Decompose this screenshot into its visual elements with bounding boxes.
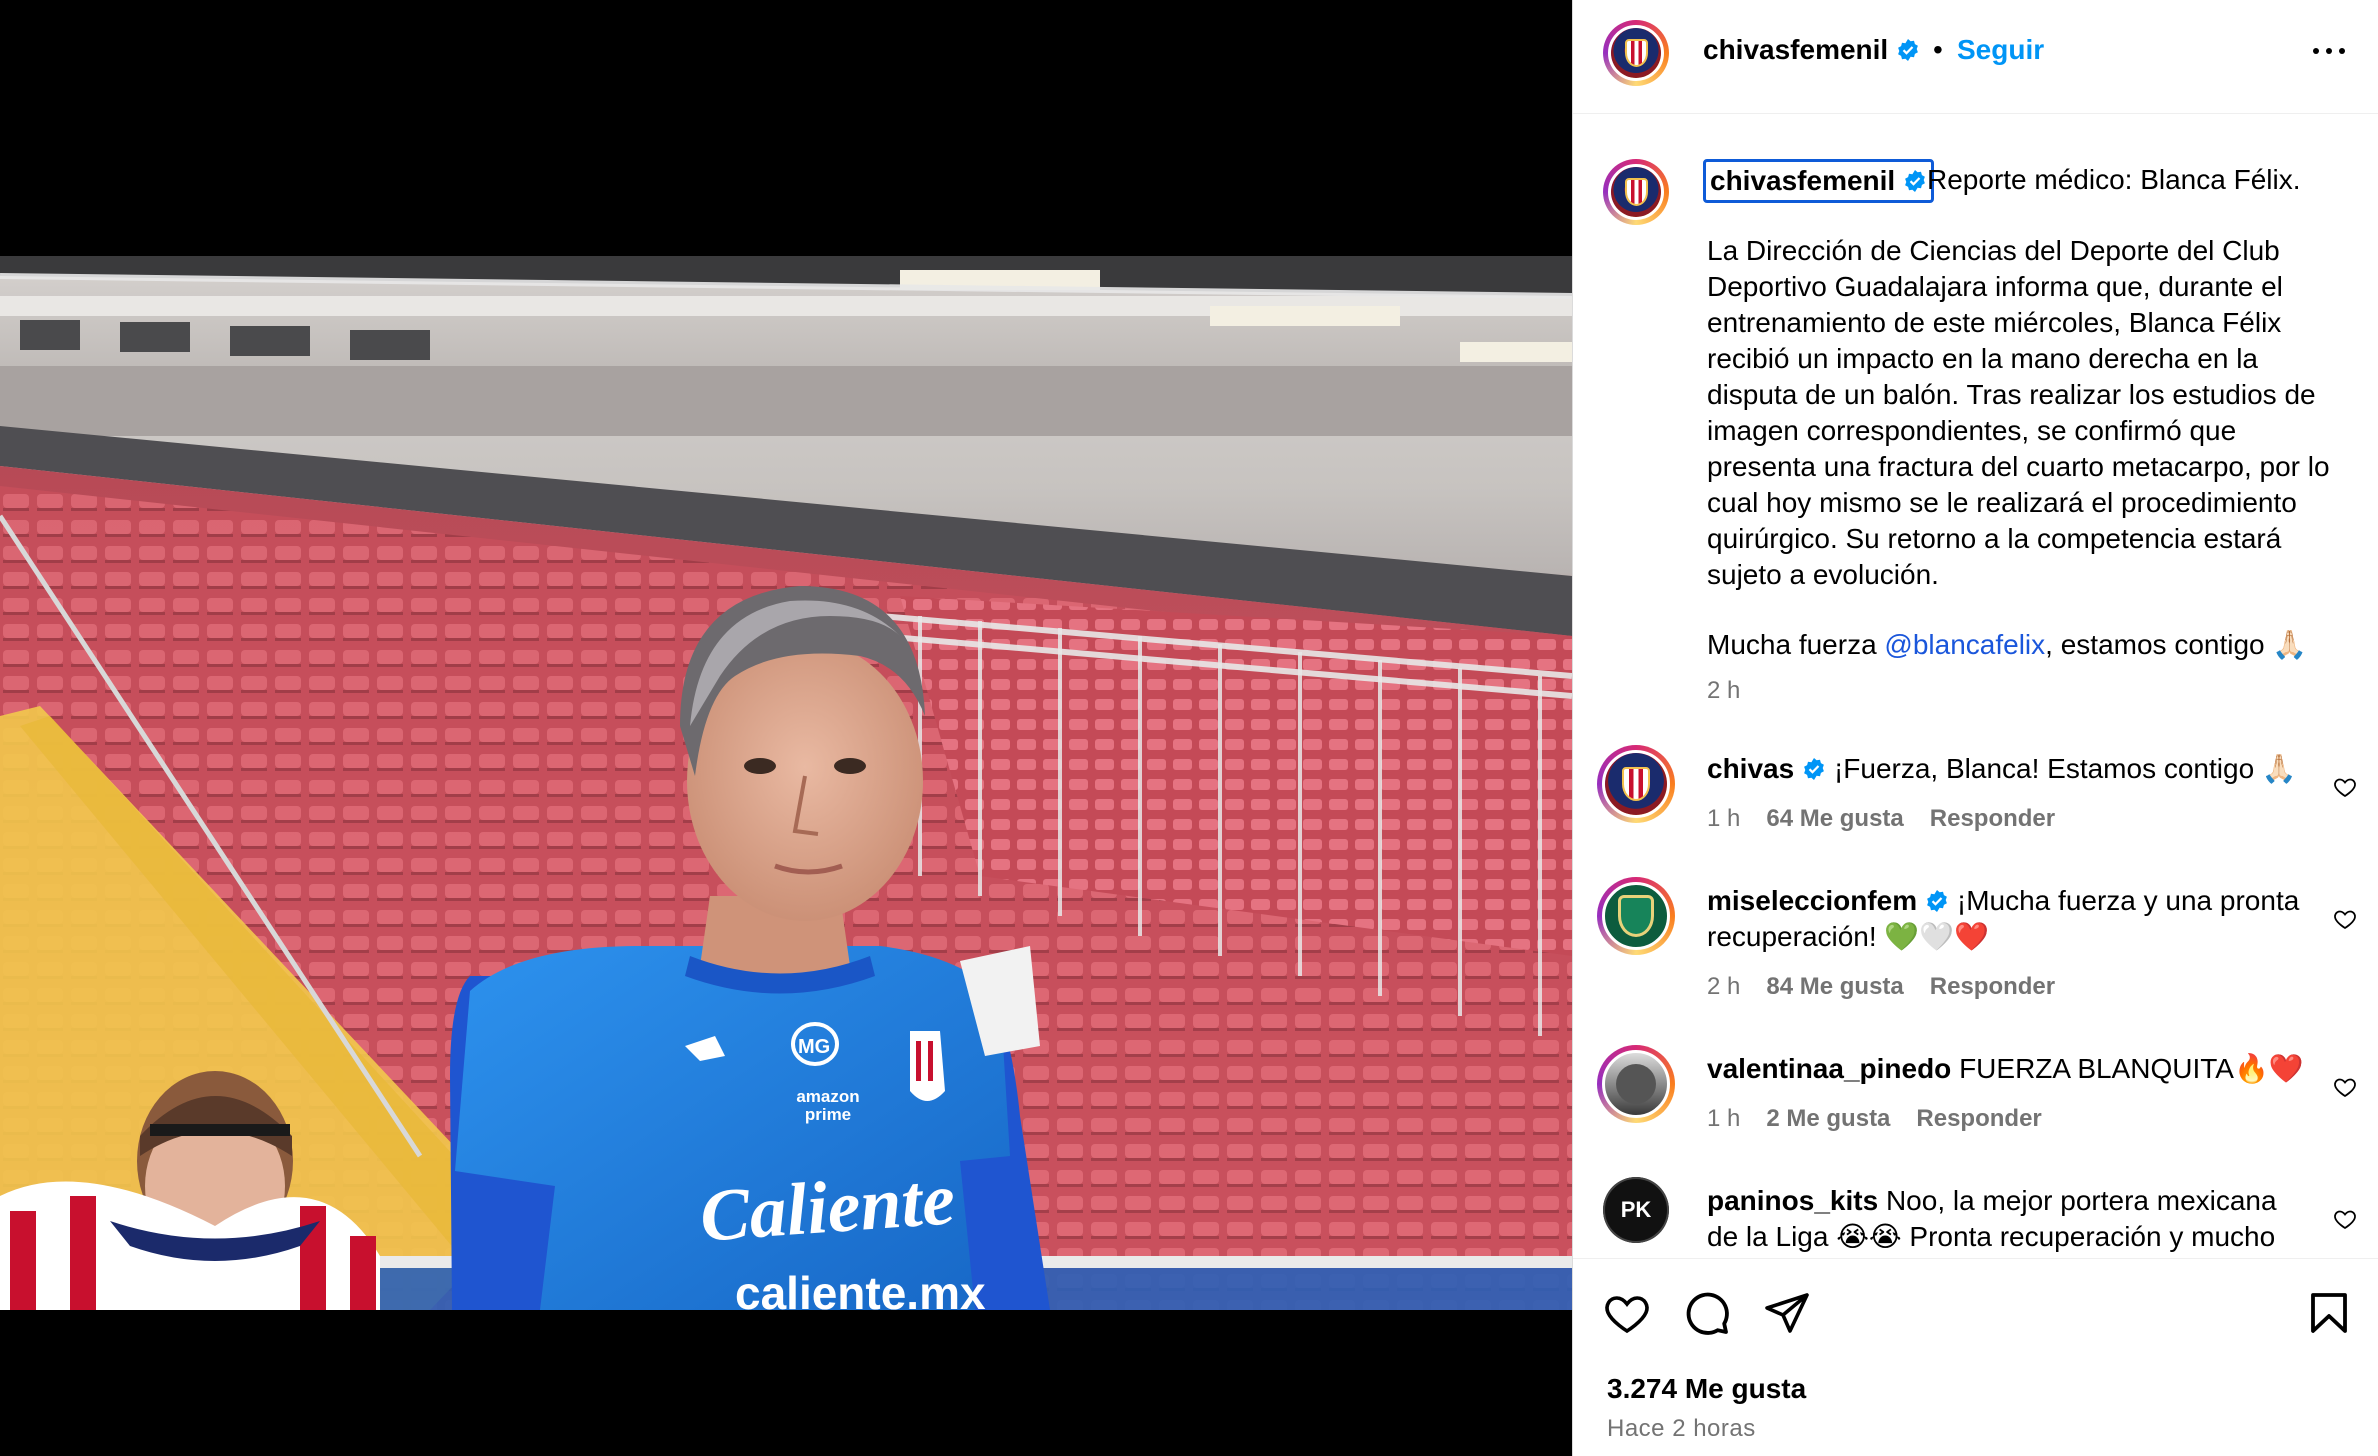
caption-username-text[interactable]: chivasfemenil xyxy=(1710,165,1895,196)
caption-timestamp[interactable]: 2 h xyxy=(1707,677,1740,705)
jersey-sponsor-url: caliente.mx xyxy=(735,1267,986,1310)
comment-likes[interactable]: 2 Me gusta xyxy=(1766,1105,1890,1132)
share-paper-plane-icon[interactable] xyxy=(1763,1289,1811,1337)
comment-avatar[interactable] xyxy=(1597,745,1675,823)
comment-likes[interactable]: 84 Me gusta xyxy=(1766,973,1903,1000)
comment-time[interactable]: 2 h xyxy=(1707,973,1740,1000)
follow-button[interactable]: Seguir xyxy=(1957,34,2044,66)
caption-closing-suffix: , estamos contigo 🙏🏻 xyxy=(2045,629,2308,660)
post-media: MG amazon prime Caliente caliente.mx xyxy=(0,0,1572,1456)
caption-body: La Dirección de Ciencias del Deporte del… xyxy=(1707,235,2338,590)
comment-avatar[interactable]: PK xyxy=(1603,1177,1669,1243)
comment-meta: 1 h 64 Me gusta Responder xyxy=(1707,805,2081,833)
reply-button[interactable]: Responder xyxy=(1930,805,2055,832)
comment-meta: 2 h 84 Me gusta Responder xyxy=(1707,973,2081,1001)
verified-badge-icon xyxy=(1898,39,1919,61)
author-username-text[interactable]: chivasfemenil xyxy=(1703,34,1888,65)
comment-time[interactable]: 1 h xyxy=(1707,805,1740,832)
comment-body: FUERZA BLANQUITA🔥❤️ xyxy=(1959,1053,2304,1084)
comment-text: valentinaa_pinedo FUERZA BLANQUITA🔥❤️ xyxy=(1707,1051,2307,1087)
comment-text: chivas ¡Fuerza, Blanca! Estamos contigo … xyxy=(1707,751,2307,787)
chivas-logo-icon xyxy=(1611,167,1661,217)
comment-time[interactable]: 1 h xyxy=(1707,1105,1740,1132)
profile-photo-icon xyxy=(1616,1064,1656,1104)
save-bookmark-icon[interactable] xyxy=(2305,1289,2353,1337)
seleccion-logo-icon xyxy=(1618,895,1654,937)
comment-username[interactable]: chivas xyxy=(1707,753,1794,784)
comment-username[interactable]: paninos_kits xyxy=(1707,1185,1878,1216)
comment-heart-icon[interactable] xyxy=(2333,907,2357,931)
instagram-post-modal: MG amazon prime Caliente caliente.mx chi… xyxy=(0,0,2378,1456)
post-side-panel: chivasfemenil • Seguir chivasfemenil Rep… xyxy=(1572,0,2378,1456)
caption-title: Reporte médico: Blanca Félix. xyxy=(1927,164,2301,195)
like-heart-icon[interactable] xyxy=(1603,1289,1651,1337)
caption-closing-prefix: Mucha fuerza xyxy=(1707,629,1885,660)
jersey-sponsor: Caliente xyxy=(697,1158,958,1258)
comment-meta: 1 h 2 Me gusta Responder xyxy=(1707,1105,2068,1133)
verified-badge-icon xyxy=(1804,758,1825,780)
comment-body: ¡Fuerza, Blanca! Estamos contigo 🙏🏻 xyxy=(1833,753,2297,784)
post-photo[interactable]: MG amazon prime Caliente caliente.mx xyxy=(0,256,1572,1310)
comment-username[interactable]: miseleccionfem xyxy=(1707,885,1917,916)
comments-scroller[interactable]: chivasfemenil Reporte médico: Blanca Fél… xyxy=(1573,115,2378,1257)
post-time-ago[interactable]: Hace 2 horas xyxy=(1607,1415,1756,1443)
caption-username[interactable]: chivasfemenil xyxy=(1703,159,1935,203)
chivas-logo-icon xyxy=(1611,28,1661,78)
reply-button[interactable]: Responder xyxy=(1916,1105,2041,1132)
comment-avatar[interactable] xyxy=(1597,1045,1675,1123)
more-options-icon[interactable] xyxy=(2313,48,2345,56)
comment-text: miseleccionfem ¡Mucha fuerza y una pront… xyxy=(1707,883,2307,955)
verified-badge-icon xyxy=(1905,170,1926,192)
caption-avatar[interactable] xyxy=(1603,159,1669,225)
chivas-logo-icon xyxy=(1605,753,1667,815)
author-avatar[interactable] xyxy=(1603,20,1669,86)
verified-badge-icon xyxy=(1927,890,1948,912)
jersey-sleeve-sponsor: amazon prime xyxy=(796,1087,860,1124)
comment-avatar[interactable] xyxy=(1597,877,1675,955)
comment-likes[interactable]: 64 Me gusta xyxy=(1766,805,1903,832)
post-actions: 3.274 Me gusta Hace 2 horas xyxy=(1573,1258,2378,1456)
paninos-logo-icon: PK xyxy=(1603,1177,1669,1243)
photo-illustration xyxy=(0,256,1572,1310)
comment-heart-icon[interactable] xyxy=(2333,1207,2357,1231)
header-separator: • xyxy=(1933,34,1943,65)
mention-link[interactable]: @blancafelix xyxy=(1884,629,2045,660)
caption-closing: Mucha fuerza @blancafelix, estamos conti… xyxy=(1707,627,2307,663)
author-username[interactable]: chivasfemenil xyxy=(1703,34,1920,66)
comment-text: paninos_kits Noo, la mejor portera mexic… xyxy=(1707,1183,2307,1255)
likes-count[interactable]: 3.274 Me gusta xyxy=(1607,1373,1806,1405)
reply-button[interactable]: Responder xyxy=(1930,973,2055,1000)
comment-username[interactable]: valentinaa_pinedo xyxy=(1707,1053,1951,1084)
comment-heart-icon[interactable] xyxy=(2333,1075,2357,1099)
comment-bubble-icon[interactable] xyxy=(1683,1289,1731,1337)
comment-heart-icon[interactable] xyxy=(2333,775,2357,799)
post-header: chivasfemenil • Seguir xyxy=(1573,0,2378,114)
jersey-chest-logo: MG xyxy=(798,1036,831,1058)
